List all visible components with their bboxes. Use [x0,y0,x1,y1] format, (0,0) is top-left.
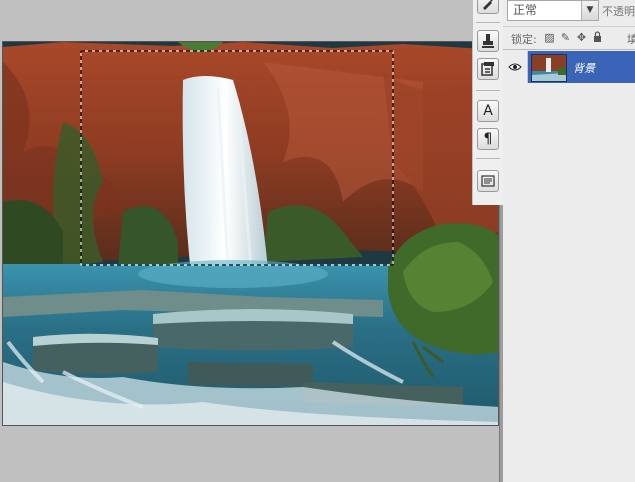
layer-name: 背景 [573,62,595,75]
blend-mode-value: 正常 [513,3,538,17]
eye-icon [508,63,522,71]
lock-position-icon[interactable]: ✥ [575,31,588,44]
layer-thumbnail [531,54,567,82]
layers-panel: 正常 ▼ 不透明 锁定: ▨ ✎ ✥ 填 背景 [503,0,635,482]
fill-label: 填 [627,33,635,46]
document-canvas[interactable] [2,41,499,426]
lock-row: 锁定: ▨ ✎ ✥ 填 [503,26,635,50]
blend-mode-select[interactable]: 正常 ▼ [507,0,599,21]
panel-dock-strip: A ¶ [472,0,504,205]
clone-stamp-icon[interactable] [477,30,499,52]
visibility-toggle[interactable] [503,51,528,83]
divider [476,90,500,91]
lock-pixels-icon[interactable]: ✎ [559,31,572,44]
lock-label: 锁定: [511,33,537,46]
layer-row[interactable]: 背景 [503,51,635,83]
paragraph-panel-icon[interactable]: ¶ [477,128,499,150]
divider [476,158,500,159]
workspace [0,0,502,482]
layer-comps-icon[interactable] [477,170,499,192]
brush-tool-icon[interactable] [477,0,499,14]
opacity-label: 不透明 [602,5,635,18]
lock-transparency-icon[interactable]: ▨ [543,31,556,44]
history-brush-icon[interactable] [477,58,499,80]
lock-all-icon[interactable] [591,31,604,45]
divider [476,22,500,23]
character-panel-icon[interactable]: A [477,100,499,122]
waterfall-photo [3,42,498,425]
chevron-down-icon[interactable]: ▼ [581,1,598,20]
